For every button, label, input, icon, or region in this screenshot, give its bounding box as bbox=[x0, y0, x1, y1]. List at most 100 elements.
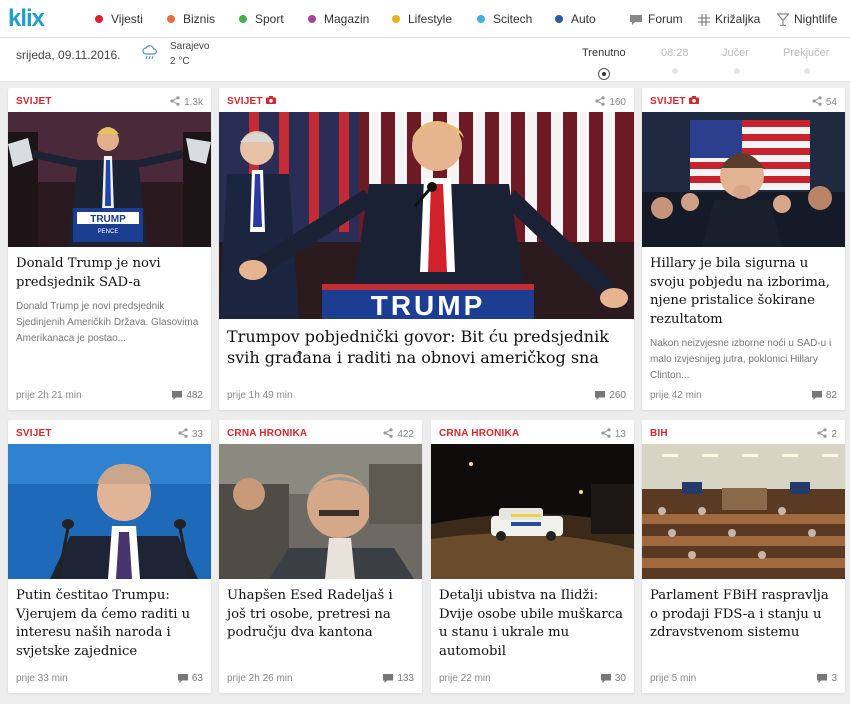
chat-bubble-icon bbox=[630, 15, 642, 25]
comment-count[interactable]: 63 bbox=[177, 673, 203, 684]
category-dot bbox=[392, 15, 400, 23]
share-icon bbox=[600, 427, 611, 439]
nav-sport[interactable]: Sport bbox=[239, 11, 284, 27]
nav-lifestyle[interactable]: Lifestyle bbox=[392, 11, 452, 27]
comment-count-value: 133 bbox=[397, 673, 414, 684]
top-nav: klix Vijesti Biznis Sport Magazin Lifest… bbox=[0, 0, 850, 38]
timeline-marker[interactable] bbox=[734, 68, 740, 74]
timeline-marker[interactable] bbox=[804, 68, 810, 74]
article-time: prije 2h 21 min bbox=[16, 390, 82, 401]
article-title[interactable]: Uhapšen Esed Radeljaš i još tri osobe, p… bbox=[227, 587, 414, 643]
article-card[interactable]: CRNA HRONIKA 422 Uhapšen Esed Radeljaš i… bbox=[219, 420, 422, 693]
comment-icon bbox=[600, 674, 611, 683]
nav-label: Biznis bbox=[183, 12, 216, 26]
article-card[interactable]: SVIJET 1.3k TRUMP PENCE Donald Trump je … bbox=[8, 88, 211, 410]
timeline-jucer[interactable]: Jučer bbox=[722, 47, 749, 59]
comment-count[interactable]: 82 bbox=[811, 390, 837, 401]
share-count[interactable]: 33 bbox=[177, 427, 203, 440]
share-count[interactable]: 1.3k bbox=[169, 95, 203, 108]
nav-magazin[interactable]: Magazin bbox=[308, 11, 369, 27]
article-image[interactable]: TRUMP PENCE bbox=[8, 112, 211, 247]
share-count[interactable]: 54 bbox=[811, 95, 837, 108]
comment-icon bbox=[817, 674, 828, 683]
section-label[interactable]: SVIJET bbox=[16, 96, 52, 107]
share-icon bbox=[817, 427, 828, 439]
share-count[interactable]: 2 bbox=[817, 427, 837, 440]
weather-temp: 2 °C bbox=[170, 56, 190, 67]
section-label[interactable]: SVIJET bbox=[227, 96, 276, 107]
share-count[interactable]: 13 bbox=[600, 427, 626, 440]
camera-icon bbox=[688, 96, 699, 104]
cocktail-glass-icon bbox=[776, 13, 790, 27]
comment-count[interactable]: 133 bbox=[383, 673, 414, 684]
section-label[interactable]: SVIJET bbox=[16, 428, 52, 439]
nav-forum-label: Forum bbox=[648, 12, 683, 26]
nav-label: Sport bbox=[255, 12, 284, 26]
article-card[interactable]: BIH 2 Parlament FBiH raspravlja o prodaj… bbox=[642, 420, 845, 693]
nav-biznis[interactable]: Biznis bbox=[167, 11, 215, 27]
section-label[interactable]: SVIJET bbox=[650, 96, 699, 107]
nav-label: Vijesti bbox=[111, 12, 143, 26]
comment-icon bbox=[172, 391, 183, 400]
section-label[interactable]: CRNA HRONIKA bbox=[227, 428, 307, 439]
article-title[interactable]: Hillary je bila sigurna u svoju pobjedu … bbox=[650, 255, 837, 329]
article-image[interactable] bbox=[219, 444, 422, 579]
article-title[interactable]: Parlament FBiH raspravlja o prodaji FDS-… bbox=[650, 587, 837, 643]
timeline-trenutno[interactable]: Trenutno bbox=[582, 47, 626, 59]
comment-count[interactable]: 260 bbox=[595, 390, 626, 401]
section-label[interactable]: BIH bbox=[650, 428, 668, 439]
share-count[interactable]: 160 bbox=[595, 95, 626, 108]
share-count-value: 33 bbox=[191, 429, 203, 440]
article-image[interactable] bbox=[642, 444, 845, 579]
nav-scitech[interactable]: Scitech bbox=[477, 11, 532, 27]
timeline-prekjucer[interactable]: Prekjučer bbox=[783, 47, 829, 59]
timeline-0828[interactable]: 08:28 bbox=[661, 47, 689, 59]
article-time: prije 1h 49 min bbox=[227, 390, 293, 401]
article-card[interactable]: CRNA HRONIKA 13 Detalji ubistva na Ilidž… bbox=[431, 420, 634, 693]
nav-krizaljka[interactable]: Križaljka bbox=[698, 11, 760, 27]
nav-forum[interactable]: Forum bbox=[629, 11, 683, 27]
klix-logo[interactable]: klix bbox=[8, 7, 64, 31]
nav-vijesti[interactable]: Vijesti bbox=[95, 11, 143, 27]
timeline-marker[interactable] bbox=[672, 68, 678, 74]
comment-count[interactable]: 482 bbox=[172, 390, 203, 401]
comment-count-value: 482 bbox=[186, 390, 203, 401]
timeline-active-marker[interactable] bbox=[598, 68, 610, 80]
comment-count-value: 260 bbox=[609, 390, 626, 401]
share-count-value: 422 bbox=[397, 429, 414, 440]
article-image[interactable] bbox=[8, 444, 211, 579]
category-dot bbox=[95, 15, 103, 23]
comment-count[interactable]: 30 bbox=[600, 673, 626, 684]
share-icon bbox=[595, 95, 606, 107]
comment-count[interactable]: 3 bbox=[817, 673, 837, 684]
article-title[interactable]: Putin čestitao Trumpu: Vjerujem da ćemo … bbox=[16, 587, 203, 661]
svg-text:PENCE: PENCE bbox=[98, 229, 119, 235]
current-date: srijeda, 09.11.2016. bbox=[16, 48, 121, 62]
article-image[interactable] bbox=[642, 112, 845, 247]
category-dot bbox=[555, 15, 563, 23]
nav-label: Magazin bbox=[324, 12, 370, 26]
section-label[interactable]: CRNA HRONIKA bbox=[439, 428, 519, 439]
article-title[interactable]: Trumpov pobjednički govor: Bit ću predsj… bbox=[227, 326, 626, 368]
article-title[interactable]: Detalji ubistva na Ilidži: Dvije osobe u… bbox=[439, 587, 626, 661]
article-time: prije 2h 26 min bbox=[227, 673, 293, 684]
category-dot bbox=[167, 15, 175, 23]
nav-nightlife-label: Nightlife bbox=[794, 12, 838, 26]
section-label-text: SVIJET bbox=[227, 96, 263, 107]
nav-nightlife[interactable]: Nightlife bbox=[776, 11, 838, 27]
article-title[interactable]: Donald Trump je novi predsjednik SAD-a bbox=[16, 255, 203, 292]
nav-auto[interactable]: Auto bbox=[555, 11, 596, 27]
info-bar: srijeda, 09.11.2016. Sarajevo 2 °C Trenu… bbox=[0, 38, 850, 82]
comment-icon bbox=[811, 391, 822, 400]
comment-icon bbox=[595, 391, 606, 400]
nav-label: Auto bbox=[571, 12, 596, 26]
article-card[interactable]: SVIJET 54 Hillary je bila sigurna u svoj… bbox=[642, 88, 845, 410]
article-excerpt: Donald Trump je novi predsjednik Sjedinj… bbox=[16, 301, 199, 344]
article-card-featured[interactable]: SVIJET 160 TRUMP Trumpov pobjednički gov… bbox=[219, 88, 634, 410]
share-count-value: 13 bbox=[614, 429, 626, 440]
article-card[interactable]: SVIJET 33 Putin čestitao Trumpu: Vjeruje… bbox=[8, 420, 211, 693]
article-image[interactable] bbox=[431, 444, 634, 579]
article-image[interactable]: TRUMP bbox=[219, 112, 634, 319]
share-count[interactable]: 422 bbox=[383, 427, 414, 440]
hash-grid-icon bbox=[698, 14, 710, 26]
